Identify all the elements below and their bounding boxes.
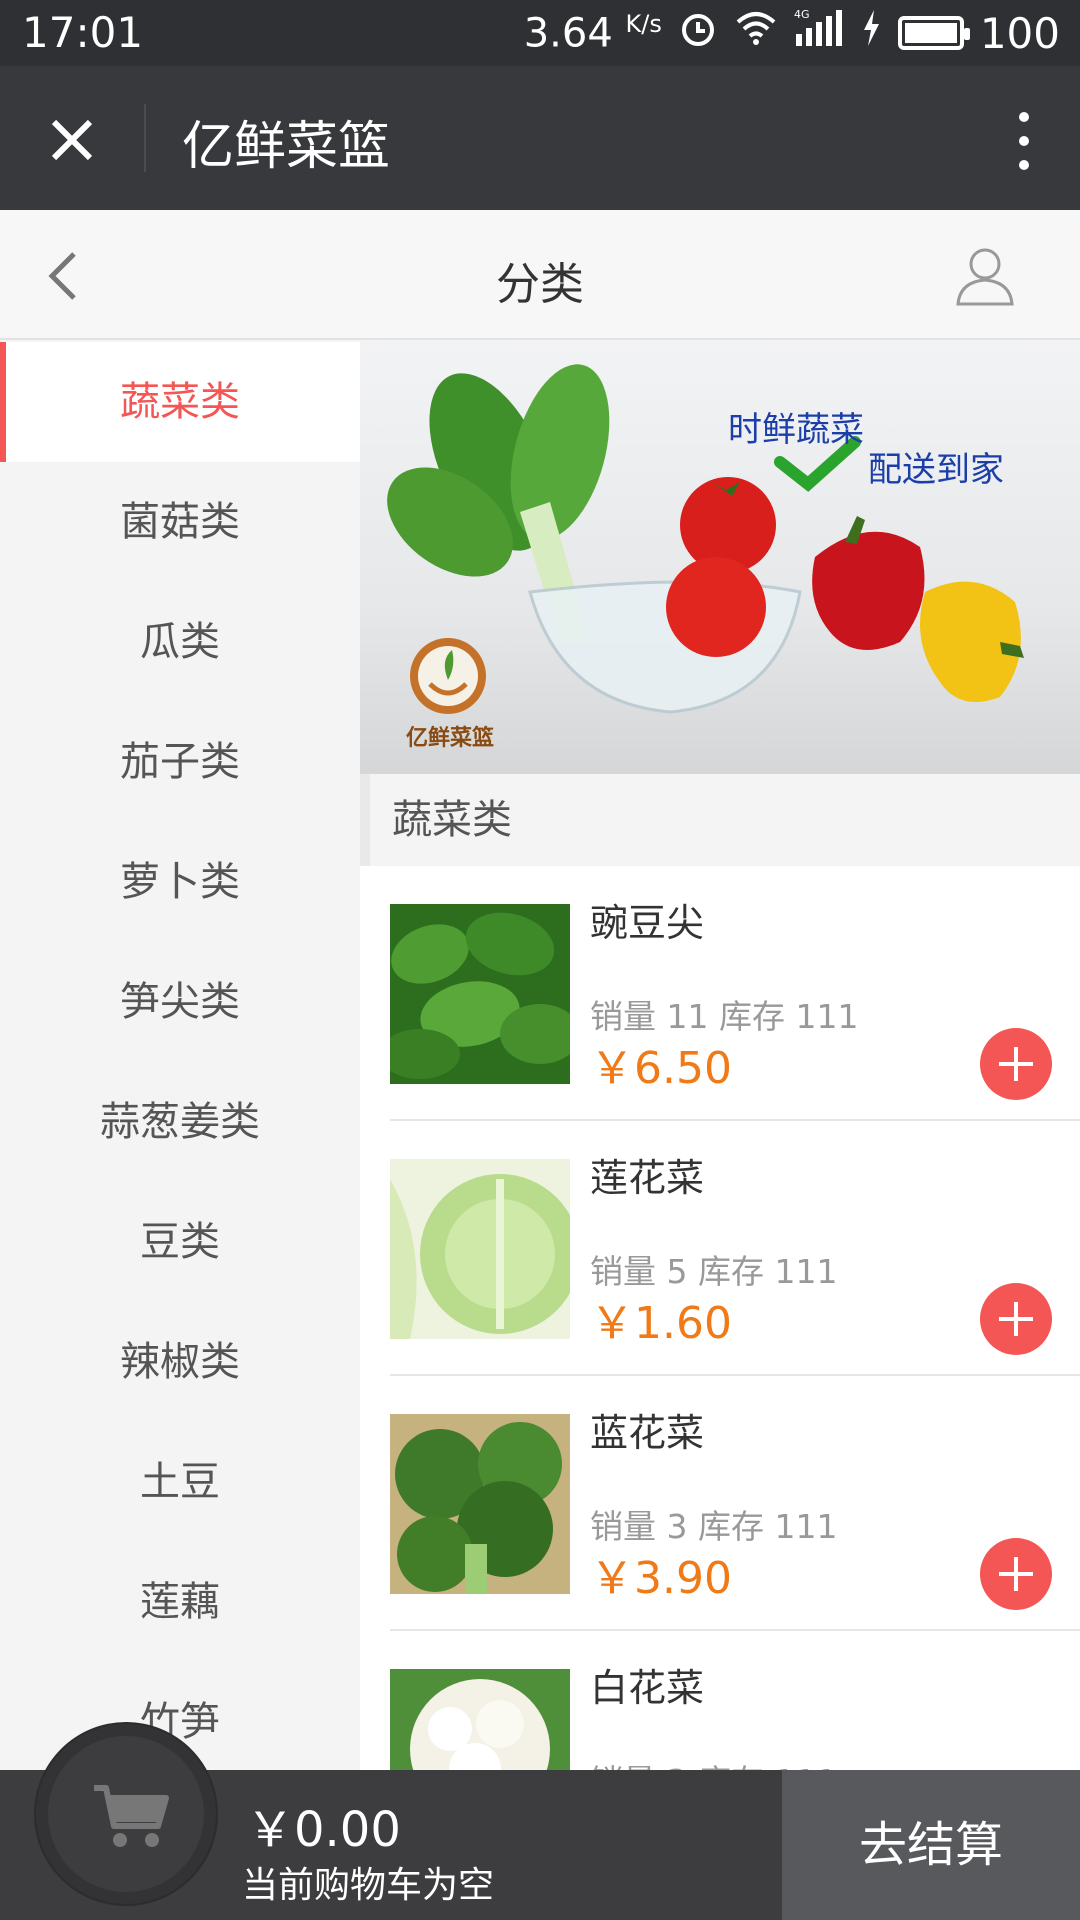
product-sales-stock: 销量 11 库存 111 xyxy=(590,997,859,1036)
network-type: 4G xyxy=(794,8,810,21)
product-name: 蓝花菜 xyxy=(590,1411,705,1455)
checkout-button[interactable]: 去结算 xyxy=(782,1770,1080,1920)
promo-banner[interactable]: 时鲜蔬菜 配送到家 亿鲜菜篮 xyxy=(360,342,1080,774)
product-item[interactable]: 豌豆尖 销量 11 库存 111 ￥6.50 xyxy=(390,866,1080,1121)
product-item[interactable]: 白花菜 销量 3 库存 111 xyxy=(390,1631,1080,1772)
category-item-eggplants[interactable]: 茄子类 xyxy=(0,702,360,822)
product-name: 白花菜 xyxy=(590,1666,705,1710)
titlebar-divider xyxy=(144,104,146,172)
product-image-broccoli xyxy=(390,1414,570,1594)
cart-total: ￥0.00 xyxy=(246,1802,401,1858)
status-bar: 17:01 3.64 K/s 4G 100 xyxy=(0,0,1080,66)
category-item-peppers[interactable]: 辣椒类 xyxy=(0,1302,360,1422)
add-to-cart-button[interactable] xyxy=(980,1283,1052,1355)
battery-icon xyxy=(897,16,970,50)
cart-icon xyxy=(92,1782,172,1852)
category-item-garlic-onion-ginger[interactable]: 蒜葱姜类 xyxy=(0,1062,360,1182)
wifi-icon xyxy=(734,8,778,58)
category-item-radishes[interactable]: 萝卜类 xyxy=(0,822,360,942)
section-title: 蔬菜类 xyxy=(360,774,1080,866)
cart-status: 当前购物车为空 xyxy=(242,1865,495,1906)
category-item-shoot-tips[interactable]: 笋尖类 xyxy=(0,942,360,1062)
category-item-vegetables[interactable]: 蔬菜类 xyxy=(0,342,360,462)
banner-vegetables-image xyxy=(387,364,1024,714)
more-vertical-icon[interactable] xyxy=(1012,106,1036,176)
product-panel: 时鲜蔬菜 配送到家 亿鲜菜篮 蔬菜类 豌豆尖 销量 11 库存 111 ￥6.5… xyxy=(360,342,1080,1772)
add-to-cart-button[interactable] xyxy=(980,1028,1052,1100)
page-title: 分类 xyxy=(496,259,584,310)
product-price: ￥6.50 xyxy=(590,1043,732,1094)
page-header: 分类 xyxy=(0,210,1080,340)
charging-icon xyxy=(860,8,882,58)
status-time: 17:01 xyxy=(22,8,144,57)
product-name: 豌豆尖 xyxy=(590,901,705,945)
add-to-cart-button[interactable] xyxy=(980,1538,1052,1610)
alarm-icon xyxy=(678,8,718,58)
close-icon[interactable] xyxy=(40,108,104,172)
product-price: ￥3.90 xyxy=(590,1553,732,1604)
category-item-beans[interactable]: 豆类 xyxy=(0,1182,360,1302)
user-icon[interactable] xyxy=(950,240,1020,310)
product-image-cauliflower xyxy=(390,1669,570,1772)
banner-headline: 时鲜蔬菜 xyxy=(728,410,864,450)
category-sidebar: 蔬菜类 菌菇类 瓜类 茄子类 萝卜类 笋尖类 蒜葱姜类 豆类 辣椒类 土豆 莲藕… xyxy=(0,342,360,1772)
signal-4g-icon: 4G xyxy=(794,8,844,58)
app-titlebar: 亿鲜菜篮 xyxy=(0,66,1080,210)
product-item[interactable]: 蓝花菜 销量 3 库存 111 ￥3.90 xyxy=(390,1376,1080,1631)
banner-subheadline: 配送到家 xyxy=(868,450,1004,490)
network-speed-unit: K/s xyxy=(625,9,662,38)
network-speed: 3.64 K/s xyxy=(524,10,662,56)
banner-logo-text: 亿鲜菜篮 xyxy=(406,726,495,751)
category-item-mushrooms[interactable]: 菌菇类 xyxy=(0,462,360,582)
product-price: ￥1.60 xyxy=(590,1298,732,1349)
product-sales-stock: 销量 3 库存 111 xyxy=(590,1507,838,1546)
cart-button[interactable] xyxy=(36,1724,216,1904)
product-image-cabbage xyxy=(390,1159,570,1339)
product-item[interactable]: 莲花菜 销量 5 库存 111 ￥1.60 xyxy=(390,1121,1080,1376)
product-name: 莲花菜 xyxy=(590,1156,705,1200)
product-sales-stock: 销量 5 库存 111 xyxy=(590,1252,838,1291)
category-item-gourds[interactable]: 瓜类 xyxy=(0,582,360,702)
product-image-spinach xyxy=(390,904,570,1084)
network-speed-value: 3.64 xyxy=(523,10,613,57)
app-title: 亿鲜菜篮 xyxy=(182,117,391,177)
status-right: 3.64 K/s 4G 100 xyxy=(524,8,1060,58)
battery-level: 100 xyxy=(979,8,1060,58)
category-item-lotus-root[interactable]: 莲藕 xyxy=(0,1542,360,1662)
category-item-potatoes[interactable]: 土豆 xyxy=(0,1422,360,1542)
cart-bar: ￥0.00 当前购物车为空 去结算 xyxy=(0,1724,1080,1920)
